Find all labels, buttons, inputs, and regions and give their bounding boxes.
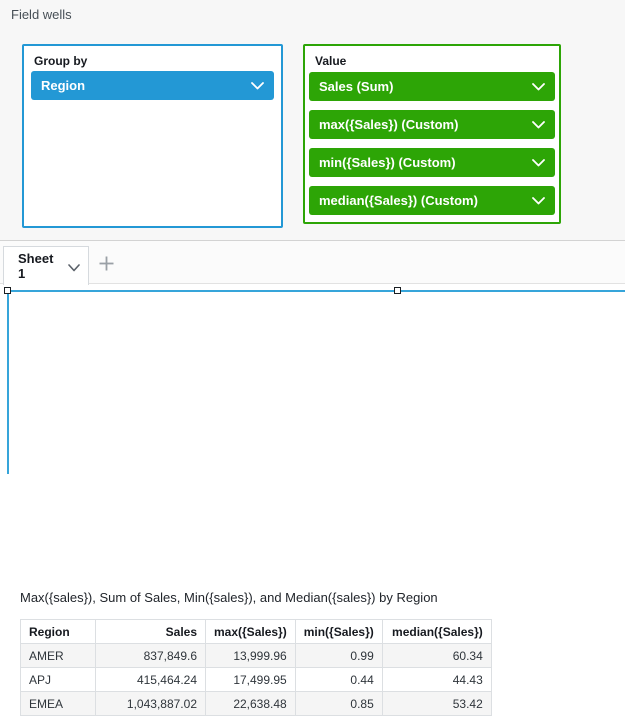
field-pill-label: min({Sales}) (Custom) [319,155,456,170]
field-pill-sales-sum[interactable]: Sales (Sum) [309,72,555,101]
sheet-tab-label: Sheet 1 [18,251,60,281]
add-sheet-button[interactable] [94,253,118,277]
visual-title: Max({sales}), Sum of Sales, Min({sales})… [20,590,438,605]
field-pill-region[interactable]: Region [31,71,274,100]
column-header: Region [21,620,96,644]
table-cell: 415,464.24 [96,668,206,692]
value-well[interactable]: Value Sales (Sum) max({Sales}) (Custom) … [303,44,561,224]
table-row: AMER 837,849.6 13,999.96 0.99 60.34 [21,644,492,668]
group-by-label: Group by [34,54,87,68]
column-header: max({Sales}) [206,620,296,644]
chevron-down-icon [532,79,545,94]
selection-border-top [7,290,625,292]
value-label: Value [315,54,346,68]
chevron-down-icon [251,78,264,93]
table-cell: 1,043,887.02 [96,692,206,716]
chevron-down-icon [532,155,545,170]
field-pill-max-sales[interactable]: max({Sales}) (Custom) [309,110,555,139]
chevron-down-icon [532,117,545,132]
column-header: Sales [96,620,206,644]
chevron-down-icon [68,260,80,275]
table-row: APJ 415,464.24 17,499.95 0.44 44.43 [21,668,492,692]
column-header: min({Sales}) [295,620,382,644]
table-cell: 60.34 [382,644,491,668]
table-cell: 22,638.48 [206,692,296,716]
table-header-row: Region Sales max({Sales}) min({Sales}) m… [21,620,492,644]
chevron-down-icon [532,193,545,208]
sheet-tab-strip: Sheet 1 [0,241,625,284]
sheet-canvas: Max({sales}), Sum of Sales, Min({sales})… [0,284,625,474]
table-cell: 0.99 [295,644,382,668]
column-header: median({Sales}) [382,620,491,644]
field-pill-label: Sales (Sum) [319,79,393,94]
table-cell: EMEA [21,692,96,716]
field-pill-label: Region [41,78,85,93]
field-pill-label: median({Sales}) (Custom) [319,193,478,208]
tab-sheet-1[interactable]: Sheet 1 [3,246,89,285]
table-cell: AMER [21,644,96,668]
field-pill-min-sales[interactable]: min({Sales}) (Custom) [309,148,555,177]
table-cell: APJ [21,668,96,692]
table-cell: 44.43 [382,668,491,692]
field-wells-panel: Field wells Group by Region Value Sales … [0,0,625,241]
group-by-well[interactable]: Group by Region [22,44,283,228]
data-table[interactable]: Region Sales max({Sales}) min({Sales}) m… [20,619,492,716]
table-cell: 0.85 [295,692,382,716]
selection-handle-top-left[interactable] [4,287,11,294]
table-cell: 837,849.6 [96,644,206,668]
field-wells-title: Field wells [11,7,72,22]
field-pill-label: max({Sales}) (Custom) [319,117,458,132]
selection-handle-top-center[interactable] [394,287,401,294]
field-pill-median-sales[interactable]: median({Sales}) (Custom) [309,186,555,215]
selection-border-left [7,290,9,474]
table-cell: 13,999.96 [206,644,296,668]
table-row: EMEA 1,043,887.02 22,638.48 0.85 53.42 [21,692,492,716]
table-cell: 0.44 [295,668,382,692]
table-cell: 53.42 [382,692,491,716]
plus-icon [98,255,115,275]
table-cell: 17,499.95 [206,668,296,692]
